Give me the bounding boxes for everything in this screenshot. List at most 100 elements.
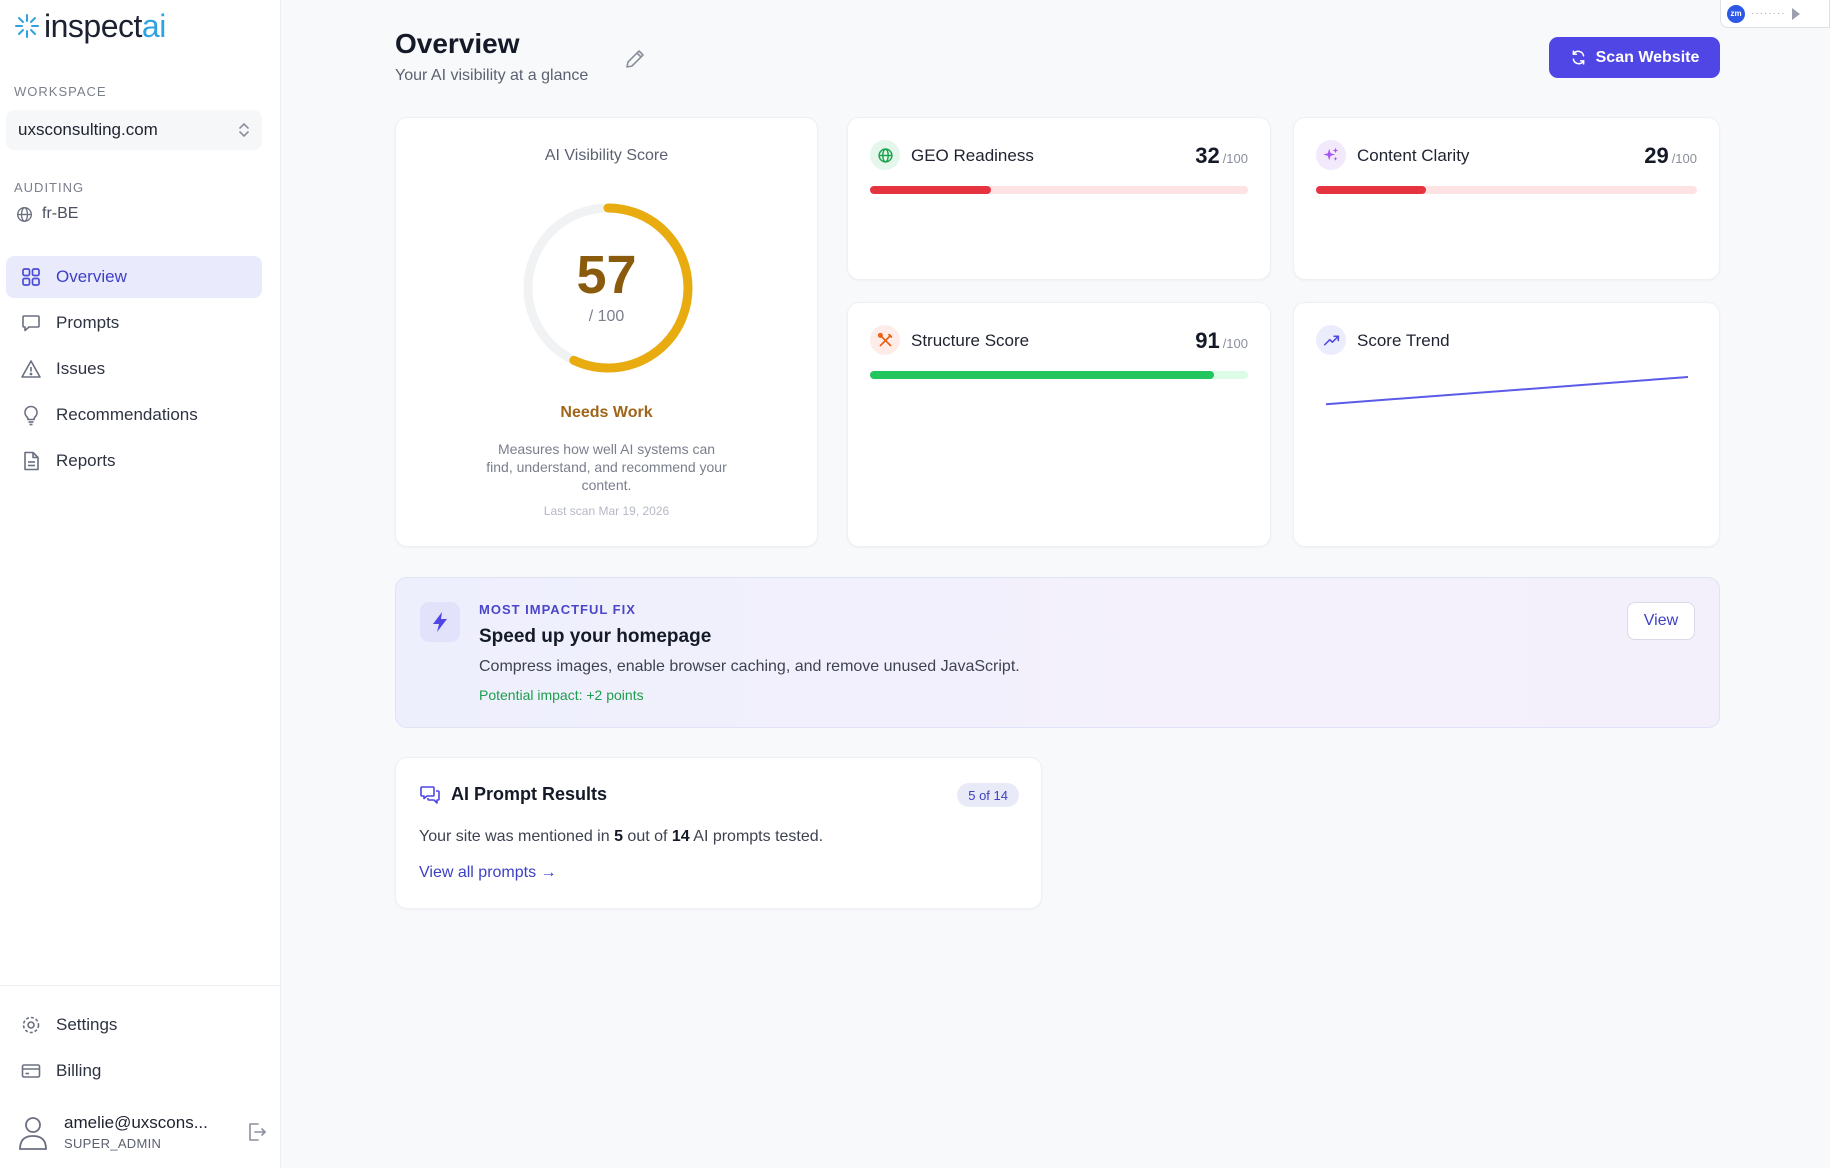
- logo-burst-icon: [15, 14, 39, 38]
- zoom-dots: ········: [1751, 8, 1786, 19]
- lightbulb-icon: [24, 405, 38, 426]
- structure-progress-fill: [870, 371, 1214, 379]
- bottom-nav: Settings Billing: [6, 1004, 262, 1096]
- nav-item-recommendations[interactable]: Recommendations: [6, 394, 262, 436]
- structure-score-card[interactable]: Structure Score 91/100: [847, 302, 1271, 547]
- nav-item-overview[interactable]: Overview: [6, 256, 262, 298]
- clarity-progress-bar: [1316, 186, 1697, 194]
- nav-item-prompts[interactable]: Prompts: [6, 302, 262, 344]
- score-title: AI Visibility Score: [544, 147, 669, 164]
- nav-label: Reports: [56, 451, 116, 470]
- structure-progress-bar: [870, 371, 1248, 379]
- nav-label: Issues: [56, 359, 106, 378]
- play-icon[interactable]: [1791, 7, 1800, 20]
- document-icon: [24, 451, 39, 471]
- clarity-icon-wrap: [1316, 140, 1346, 170]
- zoom-logo: zm: [1727, 4, 1745, 23]
- geo-progress-fill: [870, 186, 991, 194]
- sidebar: inspect ai WORKSPACE uxsconsulting.com AU…: [0, 0, 281, 1168]
- metric-name: Content Clarity: [1357, 146, 1470, 165]
- avatar-icon: [19, 1117, 47, 1150]
- logo[interactable]: inspect ai: [14, 6, 166, 46]
- prompt-results-badge: 5 of 14: [957, 783, 1019, 807]
- fix-description: Compress images, enable browser caching,…: [479, 658, 1020, 675]
- refresh-icon: [1572, 50, 1584, 65]
- nav-label: Overview: [56, 267, 127, 286]
- score-status: Needs Work: [560, 404, 653, 421]
- most-impactful-fix-card: MOST IMPACTFUL FIX Speed up your homepag…: [395, 577, 1720, 728]
- metric-name: Score Trend: [1357, 331, 1450, 350]
- prompt-results-title: AI Prompt Results: [451, 784, 608, 804]
- metric-value: 29/100: [1644, 143, 1697, 168]
- user-email: amelie@uxscons...: [64, 1113, 208, 1132]
- zoom-widget[interactable]: zm ········: [1720, 0, 1830, 28]
- warning-icon: [21, 360, 41, 378]
- geo-progress-bar: [870, 186, 1248, 194]
- nav-label: Settings: [56, 1015, 118, 1034]
- content-clarity-card[interactable]: Content Clarity 29/100: [1293, 117, 1720, 280]
- metric-name: Structure Score: [911, 331, 1030, 350]
- nav-label: Billing: [56, 1061, 102, 1080]
- score-max: / 100: [588, 308, 625, 325]
- structure-icon-wrap: [870, 325, 900, 355]
- credit-card-icon: [21, 1064, 41, 1078]
- chat-bubbles-icon: [420, 786, 440, 804]
- grid-icon: [22, 268, 40, 286]
- globe-icon: [877, 147, 893, 163]
- prompt-results-summary: Your site was mentioned in 5 out of 14 A…: [419, 828, 824, 845]
- fix-impact: Potential impact: +2 points: [479, 687, 644, 703]
- view-fix-button[interactable]: View: [1627, 602, 1695, 640]
- lightning-icon: [433, 612, 447, 632]
- score-value: 57: [576, 245, 637, 305]
- workspace-select[interactable]: uxsconsulting.com: [6, 110, 262, 150]
- nav-label: Recommendations: [56, 405, 198, 424]
- fix-label: MOST IMPACTFUL FIX: [479, 602, 636, 617]
- nav-item-issues[interactable]: Issues: [6, 348, 262, 390]
- nav-label: Prompts: [56, 313, 120, 332]
- metric-value: 32/100: [1195, 143, 1248, 168]
- clarity-progress-fill: [1316, 186, 1427, 194]
- score-description: Measures how well AI systems can find, u…: [486, 441, 727, 493]
- nav-item-reports[interactable]: Reports: [6, 440, 262, 482]
- metric-value: 91/100: [1195, 328, 1248, 353]
- score-trend-chart: [1325, 376, 1689, 406]
- chevron-updown-icon: [239, 122, 249, 138]
- fix-title: Speed up your homepage: [479, 626, 712, 647]
- logo-accent: ai: [141, 7, 166, 44]
- geo-readiness-card[interactable]: GEO Readiness 32/100: [847, 117, 1271, 280]
- edit-pencil-icon[interactable]: [622, 46, 648, 72]
- gear-icon: [22, 1016, 40, 1034]
- chat-icon: [22, 315, 40, 332]
- score-trend-card[interactable]: Score Trend: [1293, 302, 1720, 547]
- tools-icon: [877, 332, 892, 346]
- page-subtitle: Your AI visibility at a glance: [395, 67, 589, 84]
- sidebar-divider: [0, 985, 281, 986]
- locale: fr-BE: [16, 205, 78, 223]
- sparkles-icon: [1323, 147, 1339, 161]
- view-all-prompts-link[interactable]: View all prompts →: [419, 864, 557, 882]
- last-scan-date: Last scan Mar 19, 2026: [543, 504, 670, 518]
- globe-icon: [17, 206, 32, 222]
- trend-icon-wrap: [1316, 325, 1346, 355]
- nav-item-settings[interactable]: Settings: [6, 1004, 262, 1046]
- main-nav: Overview Prompts Issues Recommendations …: [6, 256, 262, 486]
- auditing-label: AUDITING: [14, 180, 85, 195]
- workspace-value: uxsconsulting.com: [18, 120, 158, 139]
- logo-text: inspect: [44, 7, 142, 44]
- ai-visibility-score-card: AI Visibility Score 57 / 100 Needs Work …: [395, 117, 818, 547]
- trend-up-icon: [1323, 334, 1339, 346]
- locale-value: fr-BE: [42, 205, 79, 222]
- scan-website-label: Scan Website: [1595, 48, 1700, 66]
- workspace-label: WORKSPACE: [14, 84, 107, 99]
- scan-website-button[interactable]: Scan Website: [1549, 37, 1720, 78]
- metric-name: GEO Readiness: [911, 146, 1034, 165]
- user-profile[interactable]: amelie@uxscons... SUPER_ADMIN: [18, 1108, 268, 1156]
- page-title: Overview: [395, 28, 520, 59]
- nav-item-billing[interactable]: Billing: [6, 1050, 262, 1092]
- logout-icon[interactable]: [246, 1121, 268, 1143]
- score-trend-line: [1325, 376, 1689, 406]
- ai-prompt-results-card: AI Prompt Results 5 of 14 Your site was …: [395, 757, 1042, 909]
- user-role: SUPER_ADMIN: [64, 1136, 162, 1151]
- fix-icon-wrap: [420, 602, 460, 642]
- geo-icon-wrap: [870, 140, 900, 170]
